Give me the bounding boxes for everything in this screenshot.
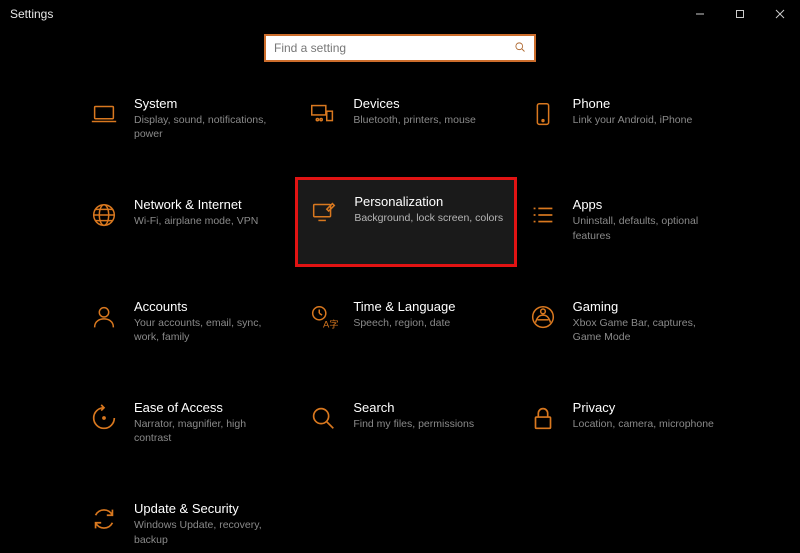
tile-subtitle: Windows Update, recovery, backup [134,518,281,546]
tile-title: Accounts [134,299,281,314]
tile-devices[interactable]: Devices Bluetooth, printers, mouse [305,90,506,147]
tile-privacy[interactable]: Privacy Location, camera, microphone [525,394,726,451]
globe-icon [88,199,120,231]
tile-subtitle: Display, sound, notifications, power [134,113,281,141]
lock-icon [527,402,559,434]
tile-subtitle: Location, camera, microphone [573,417,720,431]
paintbrush-icon [308,196,340,228]
settings-grid: System Display, sound, notifications, po… [0,90,800,553]
person-icon [88,301,120,333]
search-input[interactable] [274,41,514,55]
tile-title: System [134,96,281,111]
magnifier-icon [307,402,339,434]
tile-title: Search [353,400,500,415]
tile-title: Update & Security [134,501,281,516]
tile-phone[interactable]: Phone Link your Android, iPhone [525,90,726,147]
tile-title: Apps [573,197,720,212]
tile-subtitle: Narrator, magnifier, high contrast [134,417,281,445]
tile-title: Network & Internet [134,197,281,212]
tile-title: Gaming [573,299,720,314]
tile-update-security[interactable]: Update & Security Windows Update, recove… [86,495,287,552]
tile-network[interactable]: Network & Internet Wi-Fi, airplane mode,… [86,191,287,248]
window-title: Settings [10,7,53,21]
phone-icon [527,98,559,130]
tile-time-language[interactable]: A字 Time & Language Speech, region, date [305,293,506,350]
tile-subtitle: Speech, region, date [353,316,500,330]
tile-subtitle: Wi-Fi, airplane mode, VPN [134,214,281,228]
window-controls [680,0,800,28]
ease-of-access-icon [88,402,120,434]
tile-gaming[interactable]: Gaming Xbox Game Bar, captures, Game Mod… [525,293,726,350]
list-icon [527,199,559,231]
minimize-button[interactable] [680,0,720,28]
tile-subtitle: Uninstall, defaults, optional features [573,214,720,242]
tile-title: Time & Language [353,299,500,314]
tile-subtitle: Link your Android, iPhone [573,113,720,127]
tile-subtitle: Find my files, permissions [353,417,500,431]
search-container [0,34,800,62]
search-icon [514,41,526,56]
svg-text:A字: A字 [323,318,338,329]
sync-icon [88,503,120,535]
time-language-icon: A字 [307,301,339,333]
tile-subtitle: Bluetooth, printers, mouse [353,113,500,127]
titlebar: Settings [0,0,800,28]
tile-title: Phone [573,96,720,111]
tile-subtitle: Background, lock screen, colors [354,211,503,225]
tile-ease-of-access[interactable]: Ease of Access Narrator, magnifier, high… [86,394,287,451]
laptop-icon [88,98,120,130]
tile-title: Personalization [354,194,503,209]
tile-title: Devices [353,96,500,111]
tile-system[interactable]: System Display, sound, notifications, po… [86,90,287,147]
devices-icon [307,98,339,130]
gaming-icon [527,301,559,333]
close-button[interactable] [760,0,800,28]
search-box[interactable] [264,34,536,62]
tile-accounts[interactable]: Accounts Your accounts, email, sync, wor… [86,293,287,350]
tile-title: Ease of Access [134,400,281,415]
tile-subtitle: Your accounts, email, sync, work, family [134,316,281,344]
tile-subtitle: Xbox Game Bar, captures, Game Mode [573,316,720,344]
tile-apps[interactable]: Apps Uninstall, defaults, optional featu… [525,191,726,248]
tile-search[interactable]: Search Find my files, permissions [305,394,506,451]
maximize-button[interactable] [720,0,760,28]
tile-title: Privacy [573,400,720,415]
tile-personalization[interactable]: Personalization Background, lock screen,… [295,177,516,266]
